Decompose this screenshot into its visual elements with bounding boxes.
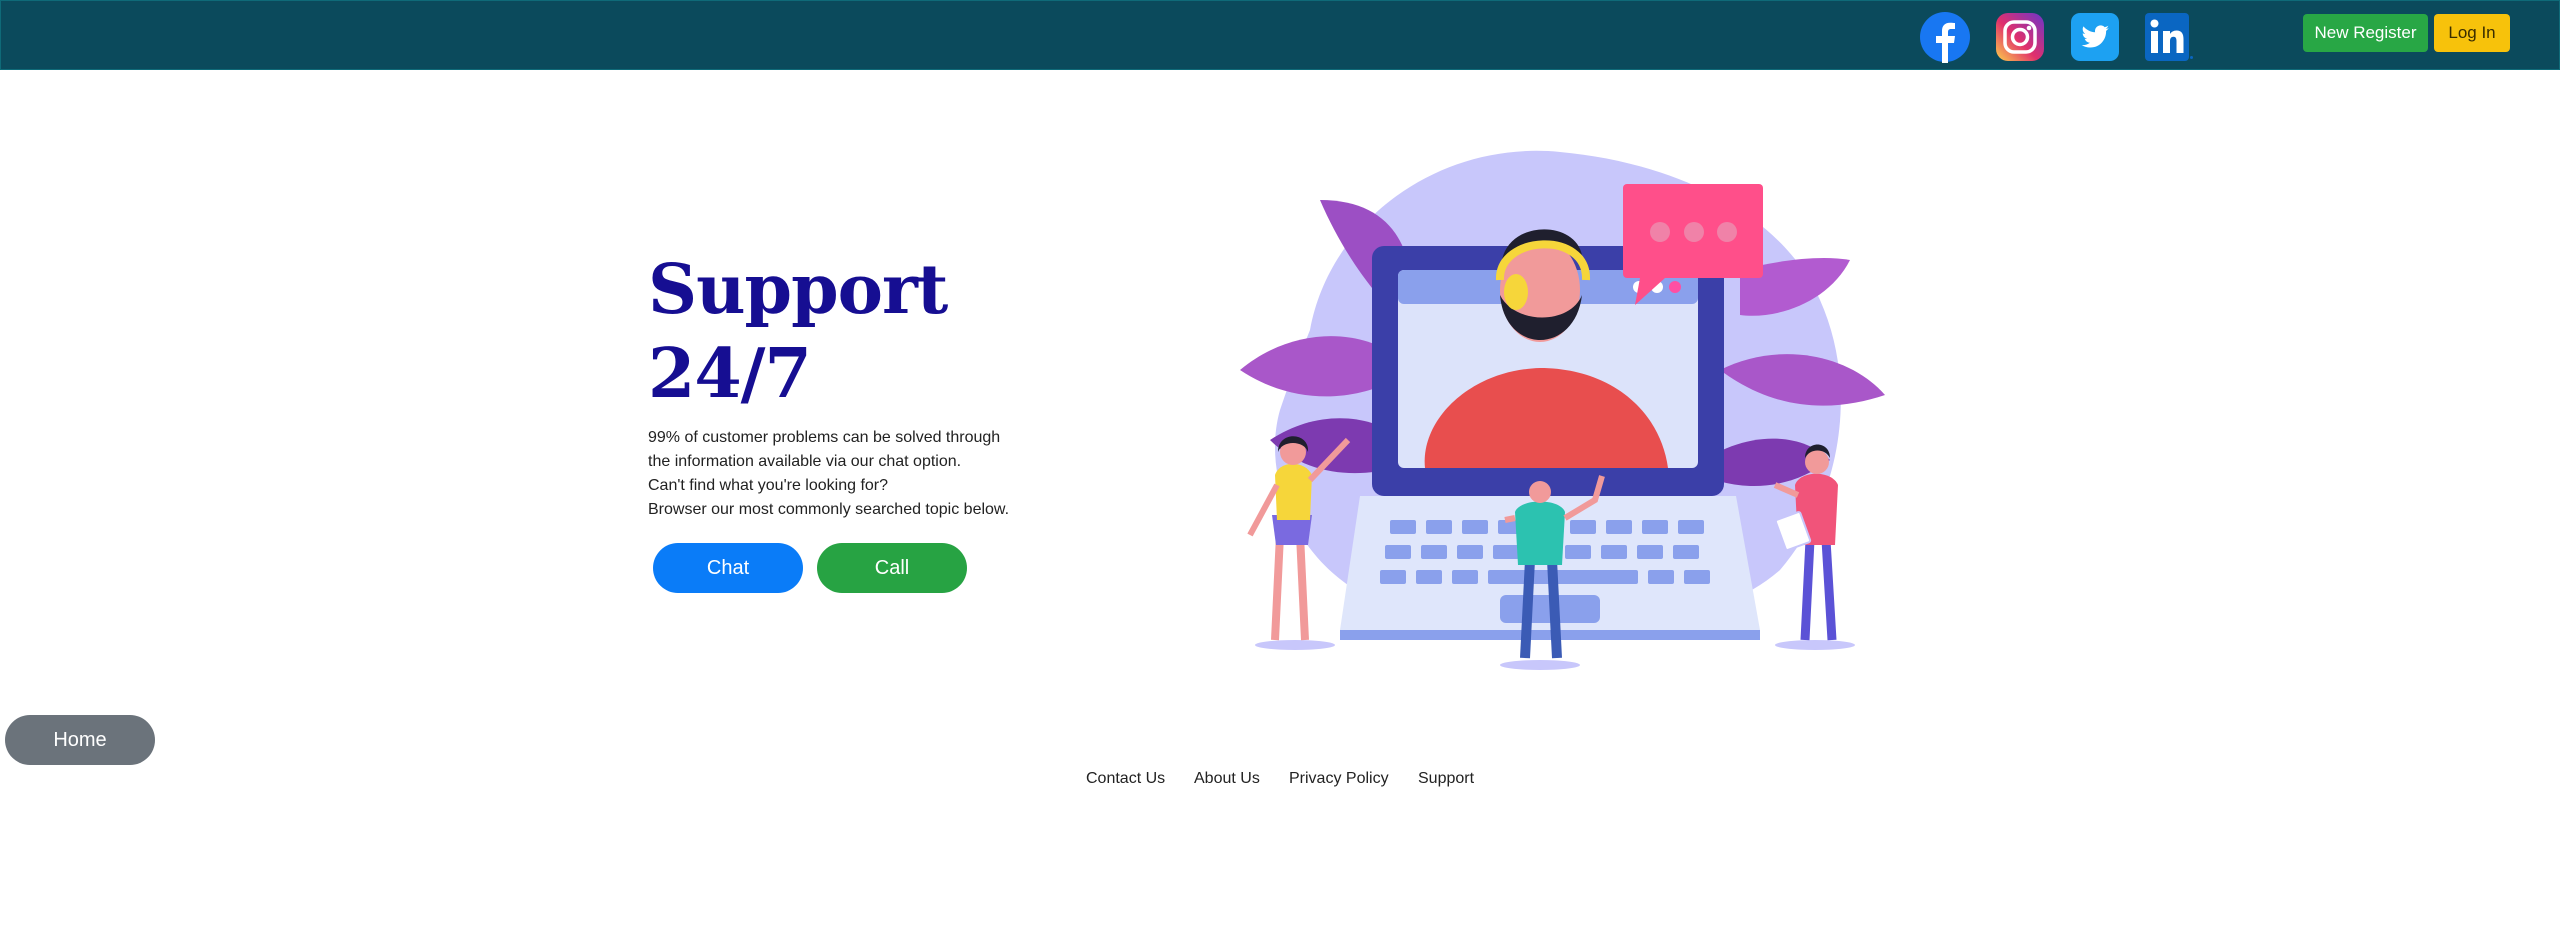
footer-link-about-us[interactable]: About Us	[1194, 770, 1260, 788]
footer-link-contact-us[interactable]: Contact Us	[1086, 770, 1165, 788]
facebook-icon[interactable]	[1919, 11, 1971, 63]
hero-text-line: 99% of customer problems can be solved t…	[648, 429, 1001, 446]
person-right-legs	[1800, 539, 1837, 641]
footer-link-support[interactable]: Support	[1418, 770, 1474, 788]
hero-text-line: Can't find what you're looking for?	[648, 477, 889, 494]
instagram-icon[interactable]	[1994, 11, 2046, 63]
headset-ear	[1504, 274, 1528, 310]
home-button[interactable]: Home	[5, 715, 155, 765]
call-button[interactable]: Call	[817, 543, 967, 593]
title-line-24-7: 24/7	[648, 334, 812, 414]
support-illustration	[1220, 140, 1900, 680]
linkedin-icon[interactable]	[2143, 11, 2195, 63]
person-center-shirt	[1515, 501, 1565, 565]
hero-text-line: Browser our most commonly searched topic…	[648, 501, 1010, 518]
footer-links: Contact Us About Us Privacy Policy Suppo…	[0, 770, 2560, 794]
person-center-head	[1529, 481, 1551, 503]
title-line-support: Support	[648, 250, 948, 330]
page-title: Support 24/7	[648, 248, 1048, 416]
chat-button[interactable]: Chat	[653, 543, 803, 593]
person-right-head	[1805, 450, 1829, 474]
twitter-icon[interactable]	[2069, 11, 2121, 63]
footer-link-privacy-policy[interactable]: Privacy Policy	[1289, 770, 1389, 788]
person-left-shirt	[1275, 463, 1312, 520]
hero-text-line: the information available via our chat o…	[648, 453, 962, 470]
new-register-button[interactable]: New Register	[2303, 14, 2428, 52]
person-left-legs	[1271, 534, 1309, 641]
hero-description: 99% of customer problems can be solved t…	[648, 426, 1068, 522]
login-button[interactable]: Log In	[2434, 14, 2510, 52]
top-navbar: New Register Log In	[0, 0, 2560, 70]
